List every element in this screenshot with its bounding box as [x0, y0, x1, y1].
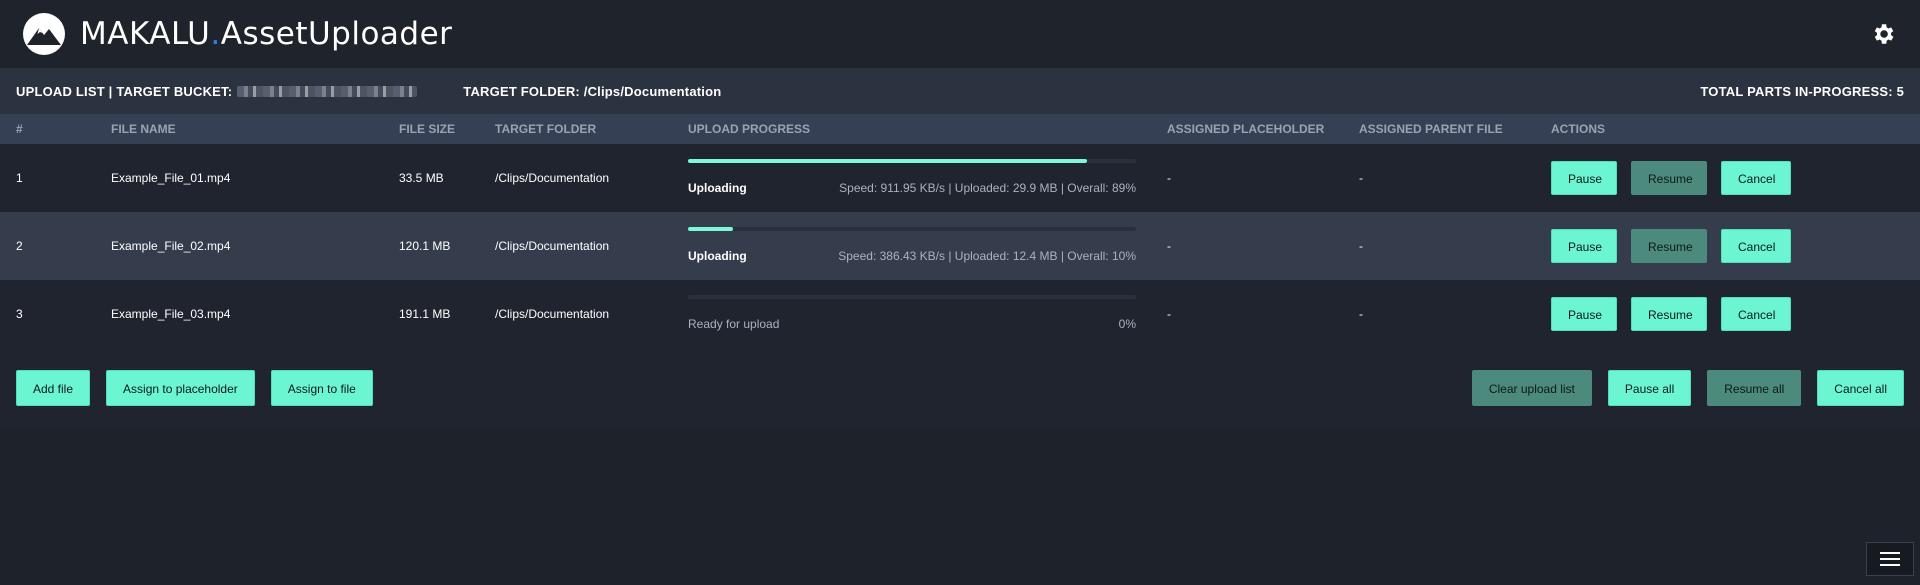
assign-to-file-button[interactable]: Assign to file — [270, 370, 373, 406]
row-target-folder: /Clips/Documentation — [495, 239, 610, 253]
upload-list-bar: UPLOAD LIST | TARGET BUCKET: TARGET FOLD… — [0, 68, 1920, 114]
resume-button[interactable]: Resume — [1631, 229, 1707, 263]
row-index: 2 — [16, 239, 23, 253]
row-assigned-placeholder: - — [1167, 239, 1171, 253]
table-row: 3 Example_File_03.mp4 191.1 MB /Clips/Do… — [0, 280, 1920, 348]
row-upload-progress: Uploading Speed: 386.43 KB/s | Uploaded:… — [672, 212, 1151, 280]
top-bar: MAKALU.AssetUploader — [0, 0, 1920, 68]
upload-list-label: UPLOAD LIST | TARGET BUCKET: — [16, 83, 233, 99]
resume-all-button[interactable]: Resume all — [1707, 370, 1802, 406]
progress-bar — [688, 159, 1136, 163]
upload-status: Ready for upload — [688, 317, 780, 331]
row-file-name: Example_File_01.mp4 — [111, 171, 231, 185]
upload-detail: 0% — [1118, 317, 1136, 331]
row-target-folder: /Clips/Documentation — [495, 171, 610, 185]
column-header-index: # — [16, 122, 23, 136]
table-row: 2 Example_File_02.mp4 120.1 MB /Clips/Do… — [0, 212, 1920, 280]
row-actions: Pause Resume Cancel — [1535, 212, 1920, 280]
row-file-name: Example_File_02.mp4 — [111, 239, 231, 253]
cancel-button[interactable]: Cancel — [1721, 297, 1791, 331]
hamburger-menu-icon[interactable] — [1866, 542, 1914, 576]
pause-button[interactable]: Pause — [1551, 161, 1617, 195]
row-upload-progress: Uploading Speed: 911.95 KB/s | Uploaded:… — [672, 144, 1151, 212]
brand-sub: AssetUploader — [220, 16, 453, 52]
target-bucket-value — [237, 85, 418, 97]
row-index: 1 — [16, 171, 23, 185]
row-assigned-parent-file: - — [1359, 239, 1363, 253]
cancel-button[interactable]: Cancel — [1721, 229, 1791, 263]
upload-status: Uploading — [688, 249, 747, 263]
progress-bar — [688, 227, 1136, 231]
resume-button[interactable]: Resume — [1631, 161, 1707, 195]
pause-button[interactable]: Pause — [1551, 297, 1617, 331]
column-header-upload-progress: UPLOAD PROGRESS — [688, 122, 811, 136]
resume-button[interactable]: Resume — [1631, 297, 1707, 331]
row-assigned-parent-file: - — [1359, 171, 1363, 185]
upload-status: Uploading — [688, 181, 747, 195]
column-header-target-folder: TARGET FOLDER — [495, 122, 597, 136]
upload-table: # FILE NAME FILE SIZE TARGET FOLDER UPLO… — [0, 114, 1920, 348]
row-assigned-placeholder: - — [1167, 171, 1171, 185]
row-file-name: Example_File_03.mp4 — [111, 307, 231, 321]
row-file-size: 33.5 MB — [399, 171, 444, 185]
row-actions: Pause Resume Cancel — [1535, 280, 1920, 348]
clear-upload-list-button[interactable]: Clear upload list — [1471, 370, 1592, 406]
brand-dot: . — [210, 16, 221, 52]
target-folder-label: TARGET FOLDER: /Clips/Documentation — [463, 83, 722, 99]
upload-detail: Speed: 386.43 KB/s | Uploaded: 12.4 MB |… — [838, 249, 1136, 263]
progress-bar-fill — [688, 159, 1087, 163]
parts-in-progress: TOTAL PARTS IN-PROGRESS: 5 — [1700, 83, 1904, 99]
progress-bar-fill — [688, 227, 733, 231]
row-file-size: 191.1 MB — [399, 307, 451, 321]
column-header-file-size: FILE SIZE — [399, 122, 456, 136]
mountain-logo-icon — [23, 13, 65, 55]
table-row: 1 Example_File_01.mp4 33.5 MB /Clips/Doc… — [0, 144, 1920, 212]
table-header-row: # FILE NAME FILE SIZE TARGET FOLDER UPLO… — [0, 114, 1920, 144]
cancel-button[interactable]: Cancel — [1721, 161, 1791, 195]
column-header-file-name: FILE NAME — [111, 122, 176, 136]
brand: MAKALU.AssetUploader — [22, 12, 452, 56]
row-index: 3 — [16, 307, 23, 321]
gear-icon[interactable] — [1870, 21, 1896, 47]
progress-bar — [688, 295, 1136, 299]
column-header-assigned-placeholder: ASSIGNED PLACEHOLDER — [1167, 122, 1325, 136]
column-header-actions: ACTIONS — [1551, 122, 1605, 136]
cancel-all-button[interactable]: Cancel all — [1817, 370, 1904, 406]
pause-all-button[interactable]: Pause all — [1607, 370, 1692, 406]
row-assigned-parent-file: - — [1359, 307, 1363, 321]
row-actions: Pause Resume Cancel — [1535, 144, 1920, 212]
row-upload-progress: Ready for upload 0% — [672, 280, 1151, 348]
row-assigned-placeholder: - — [1167, 307, 1171, 321]
brand-main: MAKALU — [80, 16, 211, 52]
upload-detail: Speed: 911.95 KB/s | Uploaded: 29.9 MB |… — [839, 181, 1136, 195]
app-title: MAKALU.AssetUploader — [80, 16, 452, 52]
column-header-assigned-parent-file: ASSIGNED PARENT FILE — [1359, 122, 1503, 136]
assign-to-placeholder-button[interactable]: Assign to placeholder — [106, 370, 255, 406]
footer-actions: Add file Assign to placeholder Assign to f… — [0, 348, 1920, 428]
row-target-folder: /Clips/Documentation — [495, 307, 610, 321]
pause-button[interactable]: Pause — [1551, 229, 1617, 263]
row-file-size: 120.1 MB — [399, 239, 451, 253]
add-file-button[interactable]: Add file — [16, 370, 91, 406]
